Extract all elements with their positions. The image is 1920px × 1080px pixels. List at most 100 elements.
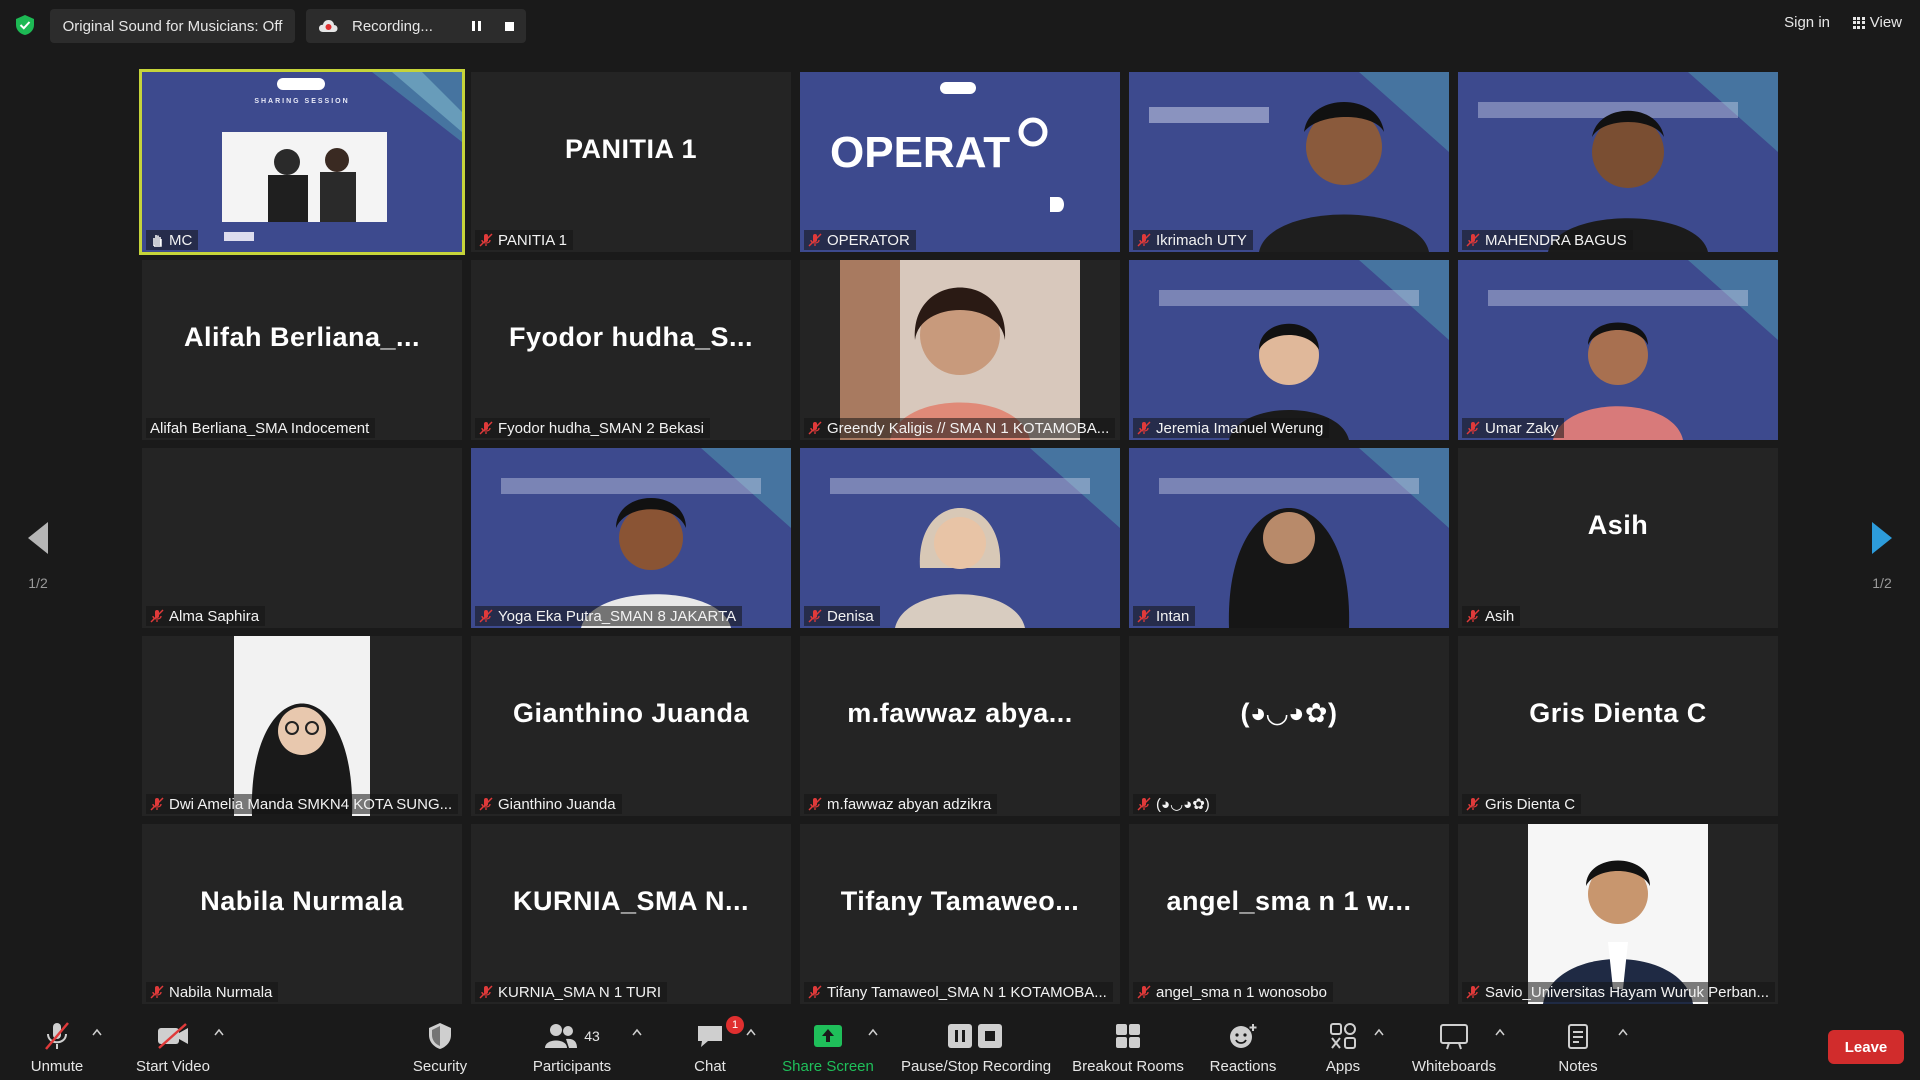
muted-mic-icon [479,609,493,623]
chat-button[interactable]: 1 Chat [686,1016,744,1075]
original-sound-toggle[interactable]: Original Sound for Musicians: Off [50,9,295,43]
video-tile[interactable]: (◕◡◕✿) (◕◡◕✿) [1129,636,1449,816]
muted-mic-icon [1137,797,1151,811]
tile-name-label: MAHENDRA BAGUS [1462,230,1633,250]
cloud-record-icon [319,20,338,32]
video-tile[interactable]: Gris Dienta C Gris Dienta C [1458,636,1778,816]
start-video-label: Start Video [136,1058,210,1075]
participant-display-name: Gianthino Juanda [512,698,749,728]
notes-label: Notes [1558,1058,1598,1075]
pause-icon [471,21,481,31]
tile-name-label: Denisa [804,606,880,626]
tile-name-label: Umar Zaky [1462,418,1565,438]
chevron-up-icon[interactable] [1374,1028,1384,1036]
video-tile[interactable]: Nabila Nurmala Nabila Nurmala [142,824,462,1004]
muted-mic-icon [1137,233,1151,247]
tile-name-label: Alma Saphira [146,606,266,626]
participant-video [1458,824,1778,1004]
video-tile[interactable]: OPERAT OPERATOR [800,72,1120,252]
chevron-up-icon[interactable] [632,1028,642,1036]
security-button[interactable]: Security [400,1020,480,1075]
participant-video [1458,260,1778,440]
video-tile[interactable]: Umar Zaky [1458,260,1778,440]
video-off-icon [158,1023,188,1049]
video-tile[interactable]: Alifah Berliana_... Alifah Berliana_SMA … [142,260,462,440]
participant-display-name: PANITIA 1 [564,134,697,164]
pause-recording-button[interactable] [461,9,491,43]
view-button[interactable]: View [1852,14,1902,31]
muted-mic-icon [479,233,493,247]
tile-name-label: Tifany Tamaweol_SMA N 1 KOTAMOBA... [804,982,1113,1002]
video-tile[interactable]: KURNIA_SMA N... KURNIA_SMA N 1 TURI [471,824,791,1004]
whiteboards-button[interactable]: Whiteboards [1406,1020,1502,1075]
unmute-label: Unmute [30,1058,84,1075]
video-tile[interactable]: Gianthino Juanda Gianthino Juanda [471,636,791,816]
video-tile[interactable]: Ikrimach UTY [1129,72,1449,252]
participant-display-name: Asih [1587,510,1649,540]
notes-button[interactable]: Notes [1550,1020,1606,1075]
shield-check-icon[interactable] [14,14,36,36]
start-video-button[interactable]: Start Video [128,1020,218,1075]
reactions-button[interactable]: Reactions [1198,1020,1288,1075]
video-tile[interactable]: Denisa [800,448,1120,628]
stop-recording-button[interactable] [494,9,524,43]
muted-mic-icon [150,609,164,623]
shield-icon [429,1023,451,1049]
leave-button[interactable]: Leave [1828,1030,1904,1064]
chevron-up-icon[interactable] [1618,1028,1628,1036]
participants-label: Participants [532,1058,612,1075]
chevron-up-icon[interactable] [92,1028,102,1036]
video-tile[interactable]: PANITIA 1 PANITIA 1 [471,72,791,252]
muted-mic-icon [808,797,822,811]
breakout-rooms-button[interactable]: Breakout Rooms [1066,1020,1190,1075]
video-tile[interactable]: Greendy Kaligis // SMA N 1 KOTAMOBA... [800,260,1120,440]
reactions-icon [1230,1024,1257,1048]
breakout-rooms-label: Breakout Rooms [1072,1058,1184,1075]
tile-name-label: Greendy Kaligis // SMA N 1 KOTAMOBA... [804,418,1116,438]
recording-label: Recording... [352,17,433,35]
participant-video [1129,448,1449,628]
sign-in-link[interactable]: Sign in [1784,14,1830,31]
pause-stop-recording-button[interactable]: Pause/Stop Recording [896,1020,1056,1075]
participant-video [1129,72,1449,252]
participant-video [471,448,791,628]
grid-view-icon [1852,16,1865,29]
previous-page-button[interactable]: 1/2 [18,520,58,591]
share-screen-label: Share Screen [782,1058,874,1075]
video-tile[interactable]: angel_sma n 1 w... angel_sma n 1 wonosob… [1129,824,1449,1004]
chevron-up-icon[interactable] [214,1028,224,1036]
chevron-up-icon[interactable] [1495,1028,1505,1036]
tile-name-label: Asih [1462,606,1521,626]
next-page-button[interactable]: 1/2 [1862,520,1902,591]
video-tile[interactable]: Dwi Amelia Manda SMKN4 KOTA SUNG... [142,636,462,816]
chevron-up-icon[interactable] [868,1028,878,1036]
video-tile[interactable]: Tifany Tamaweo... Tifany Tamaweol_SMA N … [800,824,1120,1004]
video-tile[interactable]: SHARING SESSION MC [139,69,465,255]
video-tile[interactable]: Jeremia Imanuel Werung [1129,260,1449,440]
video-tile[interactable]: Yoga Eka Putra_SMAN 8 JAKARTA [471,448,791,628]
view-label: View [1869,14,1902,31]
whiteboards-label: Whiteboards [1411,1058,1497,1075]
video-tile[interactable]: Fyodor hudha_S... Fyodor hudha_SMAN 2 Be… [471,260,791,440]
apps-button[interactable]: Apps [1316,1020,1370,1075]
video-tile[interactable]: MAHENDRA BAGUS [1458,72,1778,252]
raised-hand-icon [153,235,162,247]
tile-name-label: Gianthino Juanda [475,794,622,814]
share-screen-button[interactable]: Share Screen [778,1020,878,1075]
video-tile[interactable]: m.fawwaz abya... m.fawwaz abyan adzikra [800,636,1120,816]
stop-icon [504,21,514,31]
video-tile[interactable]: Intan [1129,448,1449,628]
chevron-up-icon[interactable] [746,1028,756,1036]
muted-mic-icon [150,985,164,999]
participant-video [1458,72,1778,252]
participants-button[interactable]: 43 Participants [526,1020,618,1075]
video-tile[interactable]: Savio_Universitas Hayam Wuruk Perban... [1458,824,1778,1004]
participant-video [800,448,1120,628]
page-indicator-left: 1/2 [28,575,48,591]
video-tile[interactable]: Asih Asih [1458,448,1778,628]
muted-mic-icon [1466,797,1480,811]
video-tile[interactable]: Alma Saphira [142,448,462,628]
tile-name-label: OPERATOR [804,230,916,250]
tile-name-label: Dwi Amelia Manda SMKN4 KOTA SUNG... [146,794,459,814]
unmute-button[interactable]: Unmute [22,1020,92,1075]
